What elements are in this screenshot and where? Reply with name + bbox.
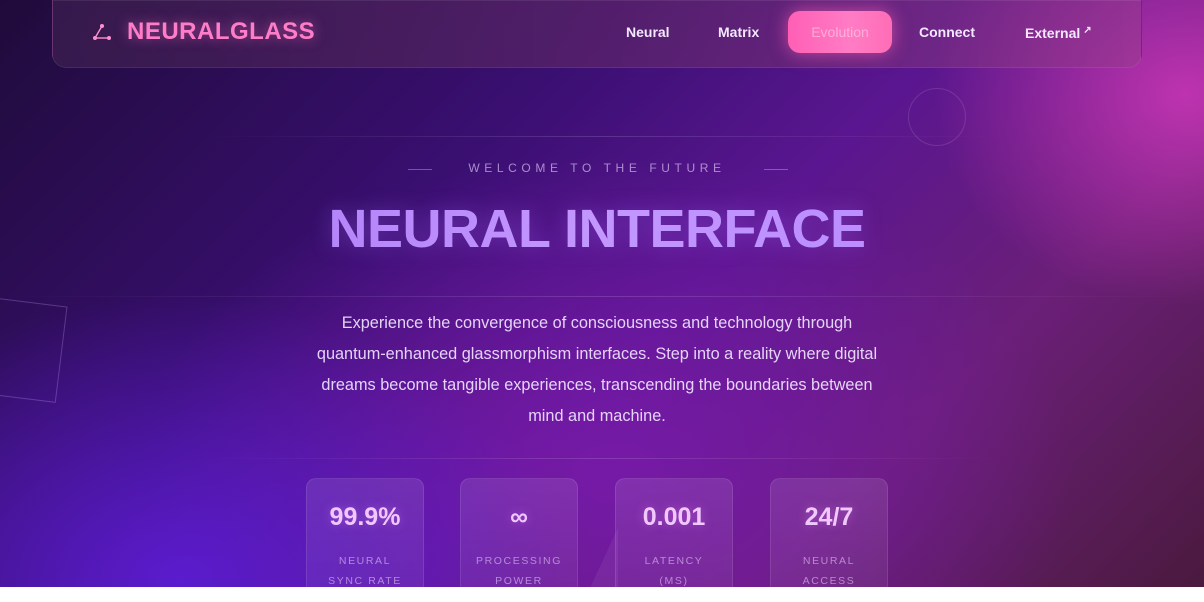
stat-label-line: LATENCY <box>644 555 704 567</box>
stat-card-processing-power: ∞ PROCESSING POWER <box>460 478 578 587</box>
nav-link-evolution[interactable]: Evolution <box>788 11 892 53</box>
brand-name: NEURALGLASS <box>127 18 316 45</box>
stat-label-line: ACCESS <box>802 575 856 587</box>
nav-link-neural[interactable]: Neural <box>626 24 670 40</box>
divider-line <box>0 296 1204 297</box>
divider-line <box>200 136 1000 137</box>
eyebrow-line-right <box>764 169 788 170</box>
decorative-square <box>0 294 68 403</box>
stat-label-line: NEURAL <box>802 555 856 567</box>
stat-label-line: PROCESSING <box>475 555 562 567</box>
nav-link-matrix[interactable]: Matrix <box>718 24 759 40</box>
hero-description-line: quantum-enhanced glassmorphism interface… <box>316 345 878 363</box>
hero-description: Experience the convergence of consciousn… <box>272 308 922 432</box>
stat-value: 99.9% <box>329 503 401 531</box>
stat-value: 0.001 <box>642 503 706 531</box>
stat-card-latency: 0.001 LATENCY (MS) <box>615 478 733 587</box>
page-background: NEURALGLASS Neural Matrix Evolution Conn… <box>0 0 1204 587</box>
decorative-circle <box>908 88 966 146</box>
stat-card-neural-access: 24/7 NEURAL ACCESS <box>770 478 888 587</box>
divider-line <box>200 458 1000 459</box>
stat-value: ∞ <box>510 503 528 531</box>
eyebrow-text: WELCOME TO THE FUTURE <box>468 161 726 175</box>
stat-label: LATENCY (MS) <box>616 551 732 587</box>
stat-value: 24/7 <box>804 503 854 531</box>
nav-link-connect[interactable]: Connect <box>919 24 975 40</box>
hero-title: NEURAL INTERFACE <box>0 198 1194 260</box>
stat-label-line: POWER <box>495 575 543 587</box>
decorative-triangle <box>590 528 618 587</box>
hero-description-line: dreams become tangible experiences, tran… <box>321 376 873 394</box>
stat-label: PROCESSING POWER <box>461 551 577 587</box>
navbar: NEURALGLASS Neural Matrix Evolution Conn… <box>52 0 1142 68</box>
stat-card-sync-rate: 99.9% NEURAL SYNC RATE <box>306 478 424 587</box>
bottom-strip <box>0 587 1204 602</box>
nav-link-external[interactable]: External ↗ <box>1025 25 1092 41</box>
neural-triangle-icon <box>91 21 113 43</box>
hero-description-line: mind and machine. <box>528 407 666 425</box>
stat-label-line: NEURAL <box>338 555 392 567</box>
stat-label: NEURAL ACCESS <box>771 551 887 587</box>
brand-logo[interactable]: NEURALGLASS <box>91 18 315 46</box>
nav-link-external-label: External <box>1025 25 1081 41</box>
stat-label-line: (MS) <box>659 575 689 587</box>
stat-label: NEURAL SYNC RATE <box>307 551 423 587</box>
external-arrow-icon: ↗ <box>1083 25 1092 36</box>
stat-label-line: SYNC RATE <box>328 575 402 587</box>
hero-description-line: Experience the convergence of consciousn… <box>341 314 853 332</box>
